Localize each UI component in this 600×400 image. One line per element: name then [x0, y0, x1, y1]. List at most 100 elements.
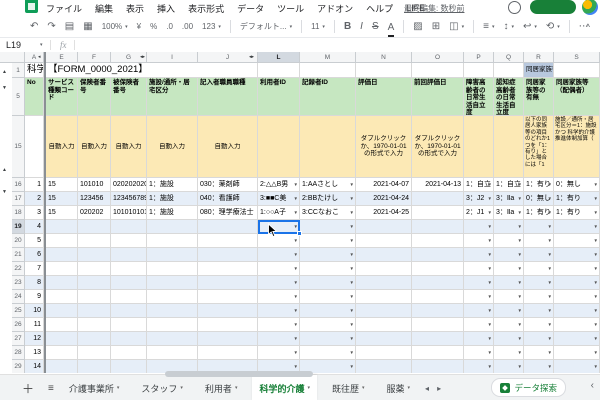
cell-N28[interactable]	[356, 346, 412, 360]
cell-dropdown-icon[interactable]: ▼	[518, 364, 522, 369]
cell-G26[interactable]	[111, 318, 147, 332]
cell-L24[interactable]: ▼	[258, 290, 300, 304]
cell-dropdown-icon[interactable]: ▼	[350, 224, 354, 229]
cell-I28[interactable]	[147, 346, 198, 360]
row-group-toggle-icon[interactable]: ▲	[2, 168, 7, 173]
cell-Q21[interactable]: ▼	[494, 248, 524, 262]
cell-dropdown-icon[interactable]: ▼	[548, 196, 552, 201]
cell-I26[interactable]	[147, 318, 198, 332]
cell-I25[interactable]	[147, 304, 198, 318]
cell-M27[interactable]: ▼	[300, 332, 356, 346]
cell-dropdown-icon[interactable]: ▼	[294, 322, 298, 327]
cell-N16[interactable]: 2021-04-07	[356, 178, 412, 192]
cell-M23[interactable]: ▼	[300, 276, 356, 290]
selection-fill-handle[interactable]	[297, 231, 302, 236]
cell-N24[interactable]	[356, 290, 412, 304]
cell-dropdown-icon[interactable]: ▼	[594, 280, 598, 285]
cell-P26[interactable]: ▼	[464, 318, 494, 332]
cell-O27[interactable]	[412, 332, 464, 346]
menu-item-7[interactable]: アドオン	[317, 2, 353, 15]
cell-E24[interactable]	[46, 290, 78, 304]
row-header-28[interactable]: 28	[12, 346, 25, 360]
font-select[interactable]: デフォルト...	[240, 16, 287, 38]
cell-S23[interactable]: ▼	[554, 276, 600, 290]
collapse-panel-icon[interactable]: ‹	[591, 380, 594, 391]
cell-A19[interactable]: 4	[25, 220, 44, 234]
cell-dropdown-icon[interactable]: ▼	[518, 280, 522, 285]
cell-M21[interactable]: ▼	[300, 248, 356, 262]
sheet-tab-caret-icon[interactable]: ▾	[307, 385, 310, 391]
cell-O18[interactable]	[412, 206, 464, 220]
cell-R24[interactable]: ▼	[524, 290, 554, 304]
cell-G22[interactable]	[111, 262, 147, 276]
decrease-decimal-button[interactable]: .0	[166, 16, 173, 38]
cell-J20[interactable]	[198, 234, 258, 248]
cell-dropdown-icon[interactable]: ▼	[548, 280, 552, 285]
explore-button[interactable]: データ探索	[491, 378, 566, 397]
cell-G15[interactable]: 自動入力	[111, 116, 147, 178]
cell-dropdown-icon[interactable]: ▼	[548, 308, 552, 313]
cell-O28[interactable]	[412, 346, 464, 360]
cell-P16[interactable]: 1：自立▼	[464, 178, 494, 192]
column-header-L[interactable]: L	[258, 52, 300, 63]
row-header-20[interactable]: 20	[12, 234, 25, 248]
cell-J17[interactable]: 040：看護師	[198, 192, 258, 206]
undo-icon[interactable]: ↶	[30, 16, 38, 38]
cell-L15[interactable]	[258, 116, 300, 178]
cell-S1[interactable]	[554, 63, 600, 78]
cell-dropdown-icon[interactable]: ▼	[350, 182, 354, 187]
row-header-25[interactable]: 25	[12, 304, 25, 318]
cell-dropdown-icon[interactable]: ▼	[548, 322, 552, 327]
sheets-logo-icon[interactable]	[25, 0, 38, 13]
zoom-select[interactable]: 100%	[102, 16, 122, 38]
cell-S27[interactable]: ▼	[554, 332, 600, 346]
cell-dropdown-icon[interactable]: ▼	[488, 210, 492, 215]
row-group-toggle-icon[interactable]: ▼	[2, 86, 7, 91]
cell-dropdown-icon[interactable]: ▼	[548, 294, 552, 299]
cell-L22[interactable]: ▼	[258, 262, 300, 276]
cell-R15[interactable]: 以下の同居人家族等の項目のどれか1つを「1：有り」とした場合には「1	[524, 116, 554, 178]
row-header-27[interactable]: 27	[12, 332, 25, 346]
cell-L16[interactable]: 2:△△B男▼	[258, 178, 300, 192]
cell-F5[interactable]: 保険者番号	[78, 78, 111, 116]
cell-dropdown-icon[interactable]: ▼	[488, 350, 492, 355]
vertical-align-caret-icon[interactable]: ▾	[511, 16, 514, 38]
cell-M28[interactable]: ▼	[300, 346, 356, 360]
cell-A18[interactable]: 3	[25, 206, 44, 220]
strikethrough-button[interactable]: S	[372, 16, 379, 38]
cell-dropdown-icon[interactable]: ▼	[518, 238, 522, 243]
cell-G24[interactable]	[111, 290, 147, 304]
cell-R16[interactable]: 1：有り▼	[524, 178, 554, 192]
sheet-tab-3[interactable]: 科学的介護▾	[252, 375, 317, 400]
cell-Q22[interactable]: ▼	[494, 262, 524, 276]
column-header-R[interactable]: R	[524, 52, 554, 63]
cell-S29[interactable]: ▼	[554, 360, 600, 373]
collapse-toolbar-button[interactable]: ^	[586, 16, 590, 38]
cell-F24[interactable]	[78, 290, 111, 304]
cell-O24[interactable]	[412, 290, 464, 304]
cell-dropdown-icon[interactable]: ▼	[488, 308, 492, 313]
cell-F25[interactable]	[78, 304, 111, 318]
cell-dropdown-icon[interactable]: ▼	[518, 252, 522, 257]
cell-R27[interactable]: ▼	[524, 332, 554, 346]
cell-I21[interactable]	[147, 248, 198, 262]
add-sheet-button[interactable]: ＋	[22, 380, 34, 397]
sheet-tab-5[interactable]: 服薬▾	[380, 375, 418, 400]
cell-E19[interactable]	[46, 220, 78, 234]
cell-dropdown-icon[interactable]: ▼	[594, 336, 598, 341]
cell-J19[interactable]	[198, 220, 258, 234]
cell-G28[interactable]	[111, 346, 147, 360]
cell-dropdown-icon[interactable]: ▼	[488, 322, 492, 327]
cell-J5[interactable]: 記入者職員職種	[198, 78, 258, 116]
cell-O1[interactable]	[412, 63, 464, 78]
menu-item-5[interactable]: データ	[237, 2, 264, 15]
tab-scroll-left-icon[interactable]: ◂	[425, 384, 429, 393]
cell-dropdown-icon[interactable]: ▼	[350, 364, 354, 369]
text-color-button[interactable]: A	[388, 20, 395, 37]
cell-G21[interactable]	[111, 248, 147, 262]
name-box[interactable]: L19	[6, 38, 21, 52]
cell-dropdown-icon[interactable]: ▼	[350, 210, 354, 215]
cell-S18[interactable]: 1：有り▼	[554, 206, 600, 220]
cell-Q18[interactable]: 3：Ⅱa▼	[494, 206, 524, 220]
cell-dropdown-icon[interactable]: ▼	[488, 294, 492, 299]
